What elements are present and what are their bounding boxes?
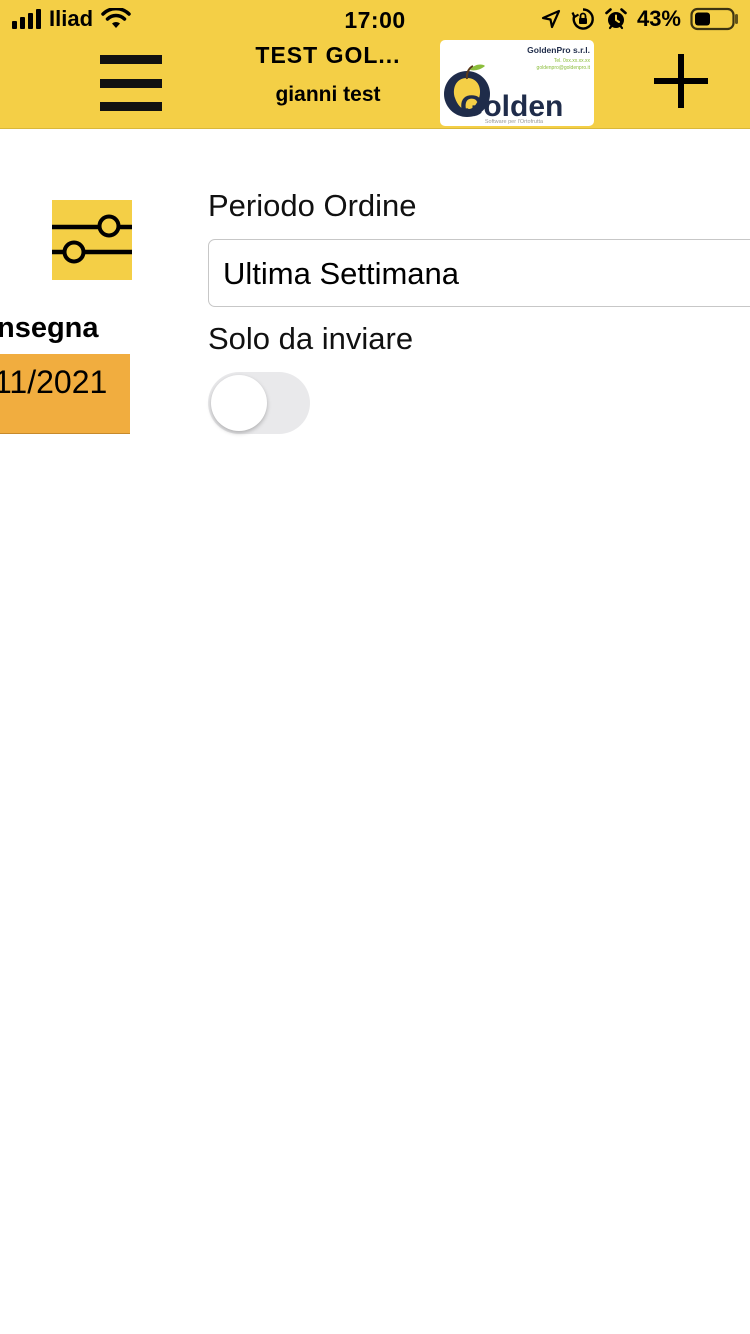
toggle-knob [211, 375, 267, 431]
logo-company: GoldenPro s.r.l. [527, 45, 590, 55]
rotation-lock-icon [571, 8, 594, 30]
golden-logo: GoldenPro s.r.l. Tel. 0xx.xx.xx.xx golde… [440, 40, 594, 126]
battery-percent: 43% [636, 6, 681, 31]
hamburger-menu-icon[interactable] [100, 55, 162, 111]
status-right-group: 43% [540, 6, 740, 32]
only-to-send-toggle[interactable] [208, 372, 310, 434]
status-bar: Iliad 17:00 43% [0, 0, 750, 40]
logo-tagline: Software per l'Ortofrutta [485, 119, 544, 125]
only-to-send-label: Solo da inviare [208, 321, 414, 356]
header-title-block: TEST GOL... gianni test [228, 42, 428, 107]
period-select[interactable]: Ultima Settimana [208, 239, 750, 307]
battery-icon [690, 7, 738, 31]
app-header: Iliad 17:00 43% TEST GOL... gianni test … [0, 0, 750, 129]
alarm-icon [605, 8, 627, 30]
header-title: TEST GOL... [255, 42, 401, 68]
filter-sliders-icon[interactable] [52, 200, 132, 280]
period-label: Periodo Ordine [208, 188, 417, 223]
header-subtitle: gianni test [275, 83, 381, 106]
plus-icon [654, 54, 708, 108]
delivery-column-header: nsegna [0, 312, 99, 344]
logo-email: goldenpro@goldenpro.it [537, 65, 591, 71]
logo-phone: Tel. 0xx.xx.xx.xx [554, 58, 591, 64]
add-button[interactable] [652, 52, 710, 110]
location-arrow-icon [541, 9, 561, 29]
delivery-date-cell[interactable]: 11/2021 [0, 354, 130, 434]
